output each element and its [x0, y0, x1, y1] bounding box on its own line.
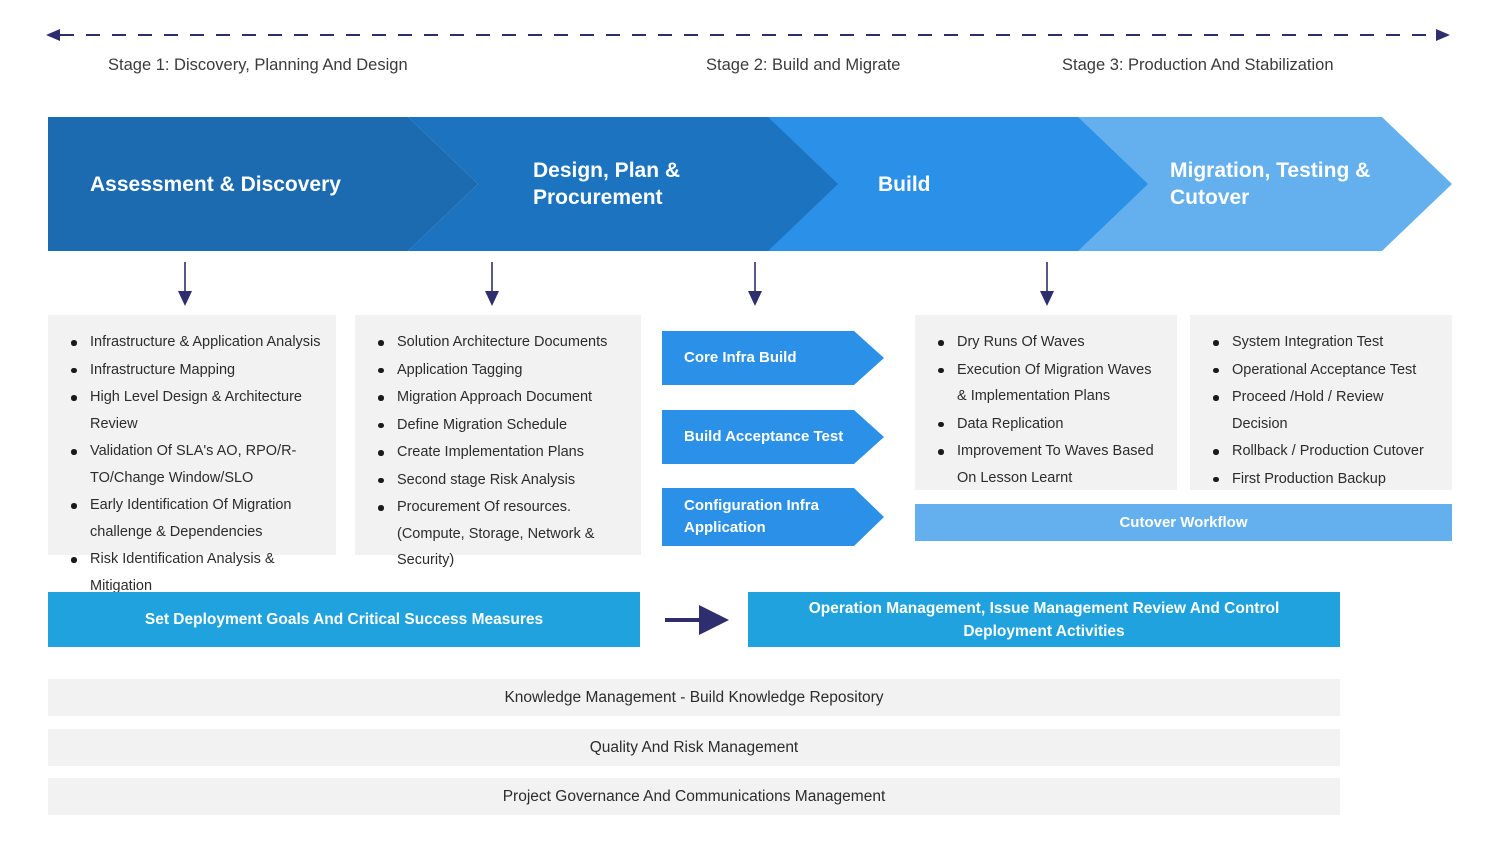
- list-item: Infrastructure & Application Analysis: [60, 329, 324, 356]
- phase-label-build: Build: [878, 172, 931, 196]
- down-arrow-icon-4: [1040, 262, 1054, 306]
- stage-label-2: Stage 2: Build and Migrate: [706, 56, 901, 74]
- list-item: Infrastructure Mapping: [60, 357, 324, 384]
- list-item: Early Identification Of Migration challe…: [60, 492, 324, 545]
- down-arrow-icon-3: [748, 262, 762, 306]
- down-arrow-icon-1: [178, 262, 192, 306]
- list-item: Second stage Risk Analysis: [367, 467, 629, 494]
- tag-build-acceptance-test[interactable]: Build Acceptance Test: [662, 410, 884, 464]
- list-item: Solution Architecture Documents: [367, 329, 629, 356]
- bullet-list-migration: Dry Runs Of Waves Execution Of Migration…: [927, 329, 1165, 491]
- tag-configuration-infra-application[interactable]: Configuration Infra Application: [662, 488, 884, 546]
- list-item: Validation Of SLA's AO, RPO/R-TO/Change …: [60, 438, 324, 491]
- list-item: Operational Acceptance Test: [1202, 357, 1440, 384]
- diagram-canvas: Stage 1: Discovery, Planning And Design …: [0, 0, 1500, 857]
- bullet-list-testing-cutover: System Integration Test Operational Acce…: [1202, 329, 1440, 492]
- phase-label-design-plan-procurement: Design, Plan & Procurement: [533, 159, 681, 209]
- down-arrow-icon-2: [485, 262, 499, 306]
- list-item: First Production Backup: [1202, 466, 1440, 493]
- list-item: Data Replication: [927, 411, 1165, 438]
- bar-label-operation-management: Operation Management, Issue Management R…: [808, 599, 1280, 640]
- footer-bar-project-governance[interactable]: Project Governance And Communications Ma…: [48, 778, 1340, 815]
- right-arrow-icon: [665, 605, 729, 635]
- footer-label-knowledge-management: Knowledge Management - Build Knowledge R…: [504, 688, 884, 706]
- list-item: Define Migration Schedule: [367, 412, 629, 439]
- tag-label-build-acceptance-test: Build Acceptance Test: [684, 428, 844, 445]
- phase-label-assessment-discovery: Assessment & Discovery: [90, 172, 341, 196]
- stage-label-1: Stage 1: Discovery, Planning And Design: [108, 56, 408, 74]
- list-item: Create Implementation Plans: [367, 439, 629, 466]
- footer-bar-quality-risk-management[interactable]: Quality And Risk Management: [48, 729, 1340, 766]
- bar-operation-management[interactable]: Operation Management, Issue Management R…: [748, 592, 1340, 647]
- timeline-double-arrow-icon: [46, 29, 1450, 41]
- list-item: High Level Design & Architecture Review: [60, 384, 324, 437]
- panel-migration: Dry Runs Of Waves Execution Of Migration…: [915, 315, 1177, 490]
- list-item: Proceed /Hold / Review Decision: [1202, 384, 1440, 437]
- list-item: Execution Of Migration Waves & Implement…: [927, 357, 1165, 410]
- tag-label-configuration-infra-application: Configuration Infra Application: [684, 497, 819, 536]
- cutover-workflow-label: Cutover Workflow: [1119, 514, 1248, 531]
- phase-label-migration-testing-cutover: Migration, Testing & Cutover: [1170, 159, 1371, 209]
- tag-core-infra-build[interactable]: Core Infra Build: [662, 331, 884, 385]
- list-item: Improvement To Waves Based On Lesson Lea…: [927, 438, 1165, 491]
- phase-banner: Assessment & Discovery Design, Plan & Pr…: [48, 117, 1452, 251]
- footer-label-project-governance: Project Governance And Communications Ma…: [502, 787, 886, 805]
- panel-assessment-discovery: Infrastructure & Application Analysis In…: [48, 315, 336, 594]
- list-item: Procurement Of resources. (Compute, Stor…: [367, 494, 629, 574]
- stage-label-3: Stage 3: Production And Stabilization: [1062, 56, 1334, 74]
- list-item: Application Tagging: [367, 357, 629, 384]
- panel-testing-cutover: System Integration Test Operational Acce…: [1190, 315, 1452, 490]
- list-item: Dry Runs Of Waves: [927, 329, 1165, 356]
- bullet-list-assessment-discovery: Infrastructure & Application Analysis In…: [60, 329, 324, 599]
- footer-bar-knowledge-management[interactable]: Knowledge Management - Build Knowledge R…: [48, 679, 1340, 716]
- footer-label-quality-risk-management: Quality And Risk Management: [589, 738, 799, 756]
- panel-design-plan-procurement: Solution Architecture Documents Applicat…: [355, 315, 641, 568]
- list-item: Migration Approach Document: [367, 384, 629, 411]
- bar-set-deployment-goals[interactable]: Set Deployment Goals And Critical Succes…: [48, 592, 640, 647]
- list-item: Rollback / Production Cutover: [1202, 438, 1440, 465]
- cutover-workflow-bar[interactable]: Cutover Workflow: [915, 504, 1452, 541]
- bar-label-set-deployment-goals: Set Deployment Goals And Critical Succes…: [144, 610, 544, 628]
- phase-chevron-assessment-discovery[interactable]: Assessment & Discovery: [48, 117, 478, 251]
- tag-label-core-infra-build: Core Infra Build: [684, 349, 797, 366]
- bullet-list-design-plan-procurement: Solution Architecture Documents Applicat…: [367, 329, 629, 574]
- list-item: System Integration Test: [1202, 329, 1440, 356]
